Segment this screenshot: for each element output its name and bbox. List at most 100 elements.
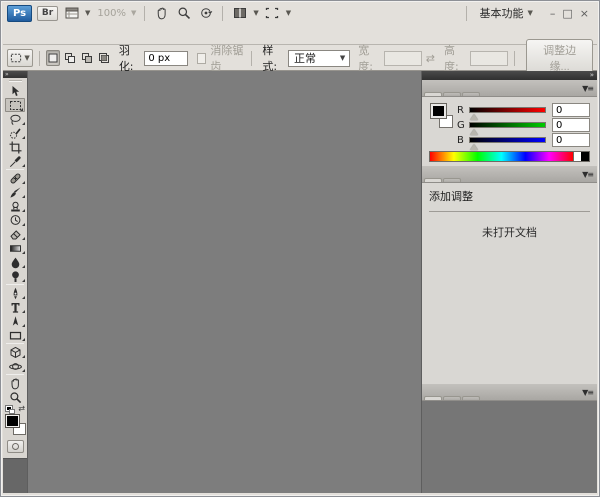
- menu-item[interactable]: [3, 31, 21, 37]
- channel-value-input[interactable]: [552, 118, 590, 132]
- panel-tab[interactable]: [462, 92, 480, 96]
- eraser-tool[interactable]: [3, 227, 27, 241]
- view-extras-caret[interactable]: ▼: [85, 10, 90, 17]
- divider: [222, 6, 223, 21]
- canvas-area: [29, 71, 420, 493]
- panel-menu-icon[interactable]: ▼≡: [580, 170, 595, 182]
- channel-label: R: [457, 105, 467, 116]
- minimize-button[interactable]: –: [550, 8, 556, 19]
- slider-track[interactable]: [469, 122, 546, 128]
- color-spectrum-ramp[interactable]: [429, 151, 590, 162]
- pen-tool[interactable]: [3, 286, 27, 300]
- close-button[interactable]: ×: [580, 8, 589, 19]
- view-extras-icon[interactable]: [63, 6, 80, 21]
- menu-item[interactable]: [147, 31, 165, 37]
- menu-item[interactable]: [129, 31, 147, 37]
- adjustments-panel: 添加调整 未打开文档: [422, 183, 597, 384]
- menu-item[interactable]: [93, 31, 111, 37]
- slider-track[interactable]: [469, 137, 546, 143]
- arrange-documents-caret[interactable]: ▼: [253, 10, 258, 17]
- add-to-selection-button[interactable]: [63, 50, 77, 66]
- rectangular-marquee-tool[interactable]: [5, 98, 25, 112]
- menu-item[interactable]: [57, 31, 75, 37]
- workspace-switcher[interactable]: 基本功能 ▼: [475, 5, 536, 21]
- adjustments-panel-tabs: ▼≡: [422, 166, 597, 183]
- clone-stamp-tool[interactable]: [3, 199, 27, 213]
- slider-handle[interactable]: [470, 144, 478, 150]
- new-selection-button[interactable]: [46, 50, 60, 66]
- color-slider-row: B: [457, 133, 590, 147]
- feather-input[interactable]: [144, 51, 188, 66]
- panel-tab[interactable]: [443, 396, 461, 400]
- panel-tab[interactable]: [424, 178, 442, 182]
- panel-tab[interactable]: [424, 92, 442, 96]
- default-colors-icon[interactable]: [6, 406, 15, 414]
- menu-item[interactable]: [21, 31, 39, 37]
- height-label: 高度:: [444, 42, 465, 74]
- style-dropdown[interactable]: 正常 ▼: [288, 50, 350, 67]
- blur-tool[interactable]: [3, 255, 27, 269]
- gradient-tool[interactable]: [3, 241, 27, 255]
- panel-tab[interactable]: [443, 178, 461, 182]
- hand-icon[interactable]: [153, 6, 170, 21]
- 3d-rotate-tool[interactable]: [3, 345, 27, 359]
- collapse-arrows-icon[interactable]: »: [590, 72, 594, 79]
- crop-tool[interactable]: [3, 140, 27, 154]
- restore-button[interactable]: □: [562, 8, 572, 19]
- toolbar-collapse-icon[interactable]: »: [3, 71, 27, 78]
- brush-tool[interactable]: [3, 185, 27, 199]
- divider: [429, 211, 590, 212]
- zoom-level-caret: ▼: [131, 10, 136, 17]
- panel-menu-icon[interactable]: ▼≡: [580, 388, 595, 400]
- arrange-documents-icon[interactable]: [231, 6, 248, 21]
- screen-mode-icon[interactable]: [264, 6, 281, 21]
- menu-item[interactable]: [165, 31, 183, 37]
- quick-mask-button[interactable]: [7, 440, 24, 453]
- antialias-label: 消除锯齿: [210, 42, 244, 74]
- menu-item[interactable]: [183, 31, 201, 37]
- foreground-swatch[interactable]: [431, 104, 446, 118]
- antialias-checkbox-box: [197, 53, 206, 64]
- move-tool[interactable]: [3, 84, 27, 98]
- rectangle-tool[interactable]: [3, 328, 27, 342]
- rotate-view-icon[interactable]: [197, 6, 214, 21]
- lasso-tool[interactable]: [3, 112, 27, 126]
- panel-tab[interactable]: [424, 396, 442, 400]
- menu-item[interactable]: [39, 31, 57, 37]
- hand-tool[interactable]: [3, 376, 27, 390]
- tool-separator: [6, 374, 24, 375]
- tool-preset-picker[interactable]: ▼: [7, 49, 33, 67]
- panel-tab[interactable]: [443, 92, 461, 96]
- quick-mask-icon: [12, 443, 19, 450]
- channel-value-input[interactable]: [552, 133, 590, 147]
- path-selection-tool[interactable]: [3, 314, 27, 328]
- color-slider-row: R: [457, 103, 590, 117]
- panel-tab[interactable]: [462, 396, 480, 400]
- subtract-from-selection-button[interactable]: [80, 50, 94, 66]
- divider: [514, 51, 515, 66]
- zoom-icon[interactable]: [175, 6, 192, 21]
- 3d-orbit-tool[interactable]: [3, 359, 27, 373]
- menu-item[interactable]: [111, 31, 129, 37]
- history-brush-tool[interactable]: [3, 213, 27, 227]
- dodge-tool[interactable]: [3, 269, 27, 283]
- divider: [144, 6, 145, 21]
- tool-separator: [6, 343, 24, 344]
- eyedropper-tool[interactable]: [3, 154, 27, 168]
- slider-handle[interactable]: [470, 114, 478, 120]
- screen-mode-caret[interactable]: ▼: [286, 10, 291, 17]
- slider-handle[interactable]: [470, 129, 478, 135]
- channel-value-input[interactable]: [552, 103, 590, 117]
- foreground-swatch[interactable]: [6, 415, 19, 427]
- type-tool[interactable]: [3, 300, 27, 314]
- color-panel-tabs: ▼≡: [422, 80, 597, 97]
- slider-track[interactable]: [469, 107, 546, 113]
- panel-menu-icon[interactable]: ▼≡: [580, 84, 595, 96]
- spot-healing-brush-tool[interactable]: [3, 171, 27, 185]
- swap-colors-icon[interactable]: ⇄: [18, 404, 25, 413]
- menu-item[interactable]: [75, 31, 93, 37]
- quick-selection-tool[interactable]: [3, 126, 27, 140]
- intersect-selection-button[interactable]: [97, 50, 111, 66]
- launch-bridge-button[interactable]: Br: [37, 6, 58, 21]
- zoom-tool[interactable]: [3, 390, 27, 404]
